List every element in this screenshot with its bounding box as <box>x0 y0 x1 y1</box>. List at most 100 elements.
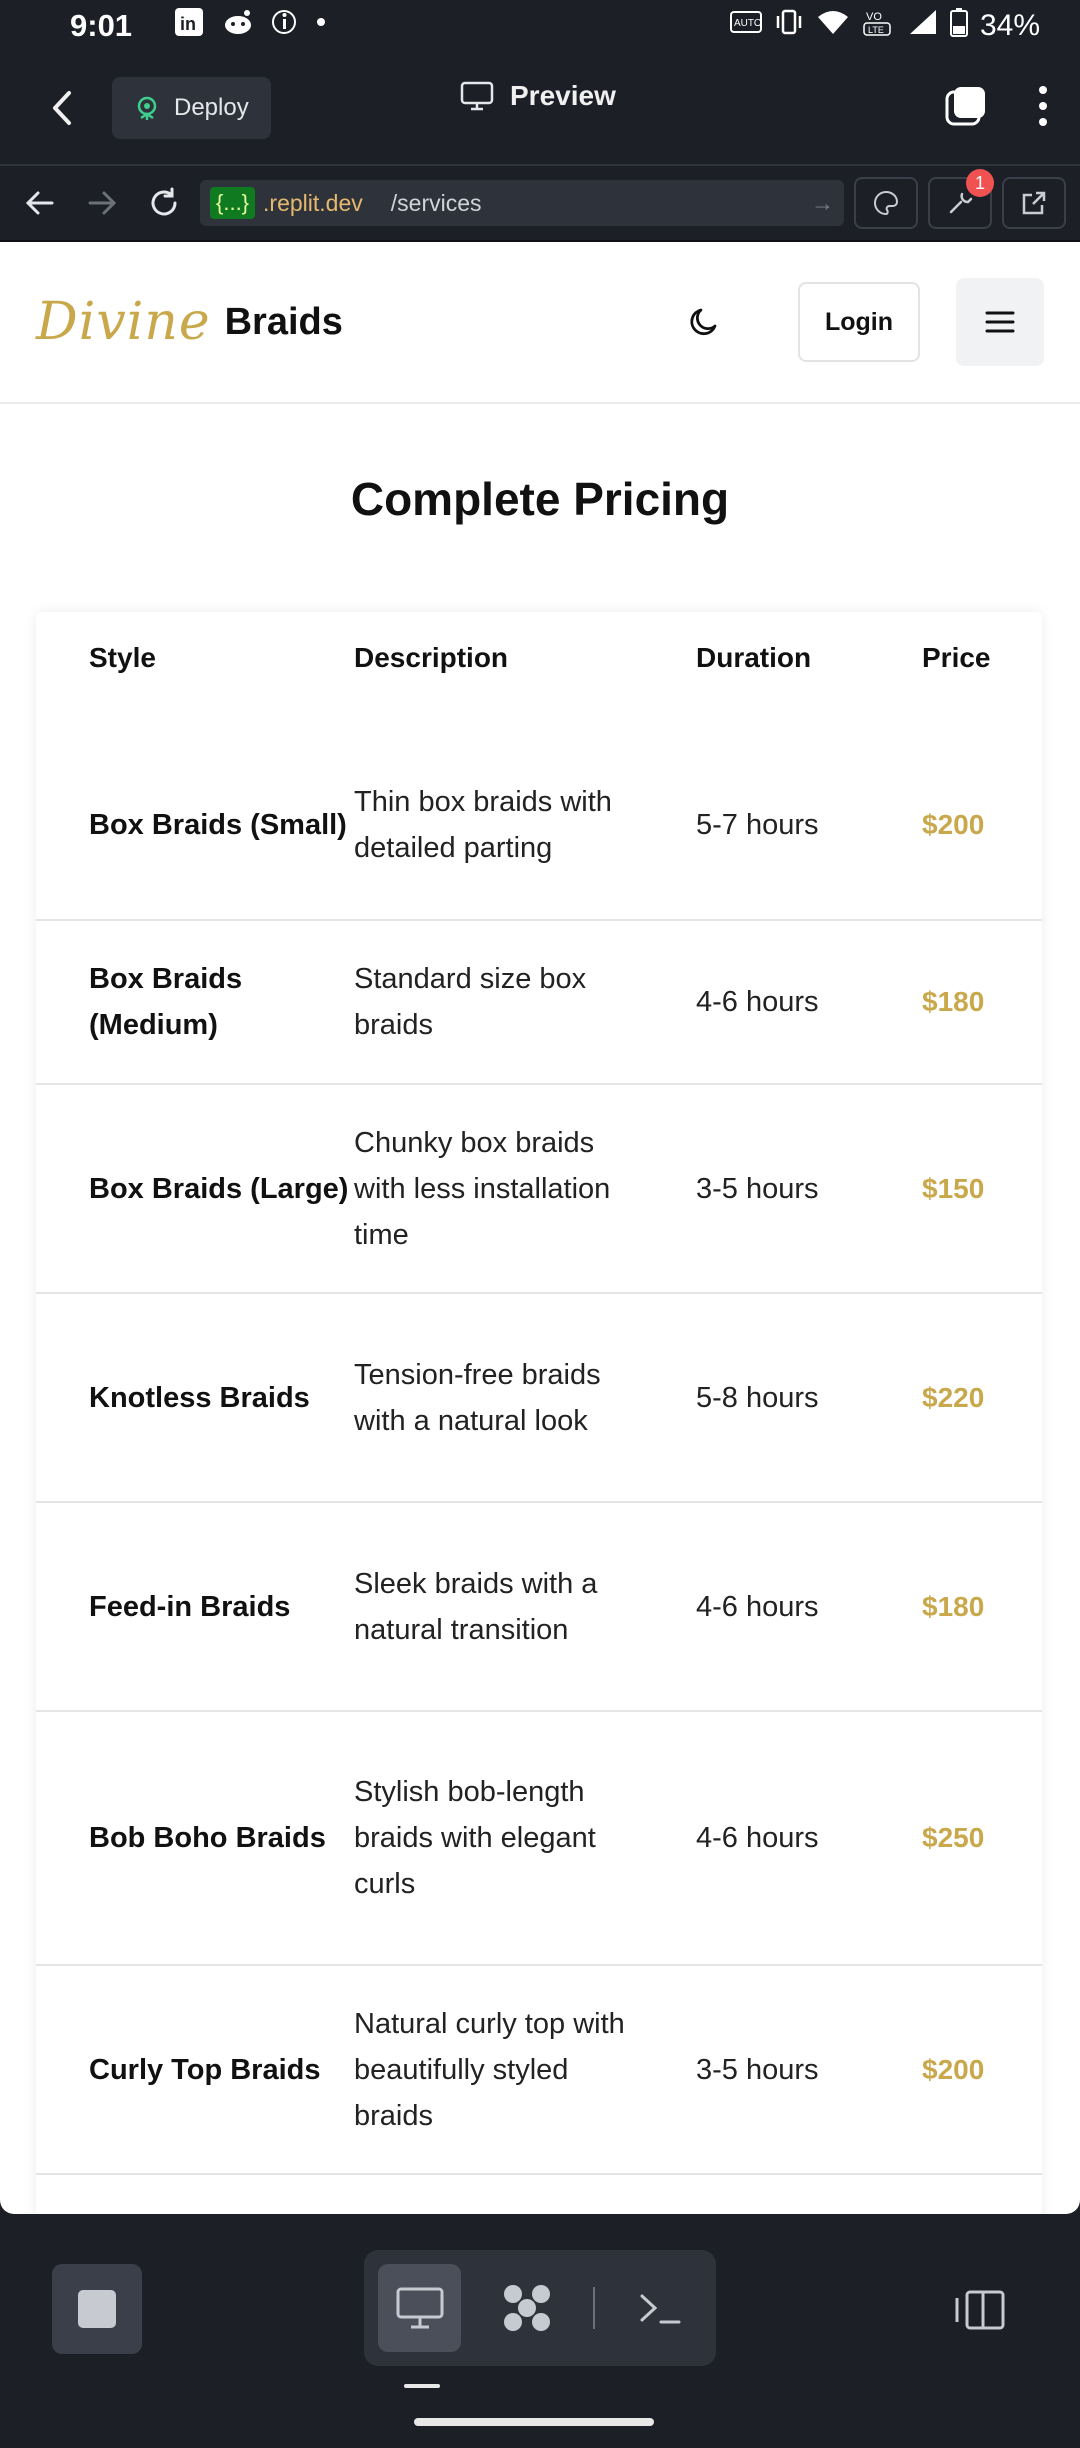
table-row: Box Braids (Medium) Standard size box br… <box>36 919 1042 1084</box>
open-external-button[interactable] <box>1002 177 1066 229</box>
logo-script[interactable]: Divine <box>36 292 211 352</box>
page-title: Complete Pricing <box>350 473 730 525</box>
cell-style: Box Braids (Medium) <box>36 919 354 1084</box>
url-tag: {...} <box>210 187 256 219</box>
linkedin-icon: in <box>174 7 204 45</box>
table-row: Box Braids (Small) Thin box braids with … <box>36 730 1042 920</box>
tabs-button[interactable] <box>944 84 988 133</box>
terminal-icon <box>640 2294 681 2324</box>
cell-duration: 5-8 hours <box>696 1292 922 1502</box>
signal-icon <box>908 8 938 44</box>
cell-description: Chunky box braids with less installation… <box>354 1083 696 1293</box>
cell-description: Natural curly top with beautifully style… <box>354 1964 696 2174</box>
table-row: Box Braids (Large) Chunky box braids wit… <box>36 1083 1042 1293</box>
arrow-left-icon <box>25 191 54 215</box>
apps-grid-icon <box>504 2285 551 2331</box>
cell-style: Curly Top Braids <box>36 1964 354 2174</box>
url-path: /services <box>390 189 482 216</box>
cell-duration: 4-6 hours <box>696 919 922 1084</box>
deploy-button[interactable]: Deploy <box>112 77 271 139</box>
table-header-row: Style Description Duration Price <box>36 612 1042 730</box>
reload-icon <box>151 187 177 216</box>
cell-duration: 3-5 hours <box>696 1964 922 2174</box>
cell-description: Thin box braids with detailed parting <box>354 785 612 864</box>
devtools-button[interactable] <box>854 177 918 229</box>
external-link-icon <box>1022 191 1046 215</box>
replit-top-bar: Deploy Preview <box>0 52 1080 166</box>
pricing-table-card: Style Description Duration Price Box Bra… <box>36 612 1042 2214</box>
cell-price: $180 <box>922 1501 1042 1711</box>
notification-badge: 1 <box>966 169 994 197</box>
site-header: Divine Braids Login <box>0 242 1080 404</box>
workspace-mode-button[interactable] <box>485 2264 568 2352</box>
cell-price: $220 <box>922 1292 1042 1502</box>
view-mode-group <box>364 2250 716 2366</box>
stop-icon <box>78 2290 116 2328</box>
cell-style: Box Braids (Small) <box>89 808 347 841</box>
table-row: Feed-in Braids Sleek braids with a natur… <box>36 1501 1042 1711</box>
moon-icon <box>690 308 717 336</box>
preview-mode-button[interactable] <box>378 2264 462 2352</box>
auto-icon: AUTO <box>729 8 762 44</box>
go-arrow-icon[interactable]: → <box>811 190 834 217</box>
browser-forward-button[interactable] <box>76 177 128 229</box>
web-page: Divine Braids Login Complete Pricing Sty… <box>0 242 1080 2214</box>
cell-price: $150 <box>922 1083 1042 1293</box>
monitor-icon <box>396 2287 444 2329</box>
tools-button[interactable]: 1 <box>928 169 994 229</box>
volte-icon: VO LTE <box>862 7 896 45</box>
status-bar: 9:01 in AUTO VO LTE 34% <box>0 0 1080 52</box>
chevron-left-icon <box>53 91 71 125</box>
cell-duration: 4-6 hours <box>696 1501 922 1711</box>
status-time: 9:01 <box>70 8 133 43</box>
login-button[interactable]: Login <box>798 282 920 362</box>
cell-style: Knotless Braids <box>36 1292 354 1502</box>
cell-duration: 5-7 hours <box>696 808 819 841</box>
preview-tab[interactable]: Preview <box>460 80 616 112</box>
url-input[interactable]: {...} .replit.dev /services → <box>200 180 844 226</box>
header-price: Price <box>922 642 991 673</box>
reload-button[interactable] <box>138 177 190 229</box>
url-bar: {...} .replit.dev /services → 1 <box>0 166 1080 242</box>
table-row: Knotless Braids Tension-free braids with… <box>36 1292 1042 1502</box>
theme-toggle-button[interactable] <box>672 290 736 354</box>
side-panel-icon <box>955 2290 1005 2330</box>
stop-button[interactable] <box>52 2264 142 2354</box>
more-options-button[interactable] <box>1036 84 1050 133</box>
active-indicator <box>404 2384 440 2388</box>
back-button[interactable] <box>30 76 94 140</box>
cell-description: Standard size box braids <box>354 919 696 1084</box>
svg-text:LTE: LTE <box>868 25 884 35</box>
deploy-icon <box>137 96 157 120</box>
svg-text:in: in <box>180 14 196 34</box>
menu-button[interactable] <box>956 278 1044 366</box>
url-host: .replit.dev <box>263 189 363 216</box>
cell-style: Bob Boho Braids <box>36 1710 354 1965</box>
divider <box>592 2287 595 2329</box>
cell-description: Tension-free braids with a natural look <box>354 1292 696 1502</box>
browser-back-button[interactable] <box>14 177 66 229</box>
monitor-icon <box>460 81 494 111</box>
tabs-icon <box>945 86 985 125</box>
side-panel-button[interactable] <box>950 2280 1010 2340</box>
palette-icon <box>874 190 899 216</box>
home-indicator[interactable] <box>414 2418 654 2426</box>
bottom-toolbar <box>0 2214 1080 2448</box>
kebab-menu-icon <box>1039 85 1047 126</box>
header-style: Style <box>89 642 156 673</box>
cell-price: $180 <box>922 919 1042 1084</box>
cell-description: Sleek braids with a natural transition <box>354 1501 696 1711</box>
reddit-icon <box>222 7 254 45</box>
logo-word[interactable]: Braids <box>225 301 343 344</box>
table-row <box>36 2173 1042 2214</box>
hamburger-icon <box>985 311 1015 333</box>
cell-price: $250 <box>922 1710 1042 1965</box>
deploy-label: Deploy <box>174 94 249 121</box>
svg-text:AUTO: AUTO <box>734 18 762 29</box>
cell-description: Stylish bob-length braids with elegant c… <box>354 1710 696 1965</box>
console-mode-button[interactable] <box>619 2264 702 2352</box>
cell-style: Feed-in Braids <box>36 1501 354 1711</box>
info-icon <box>272 7 297 45</box>
cell-price: $200 <box>922 808 985 840</box>
header-duration: Duration <box>696 642 812 673</box>
